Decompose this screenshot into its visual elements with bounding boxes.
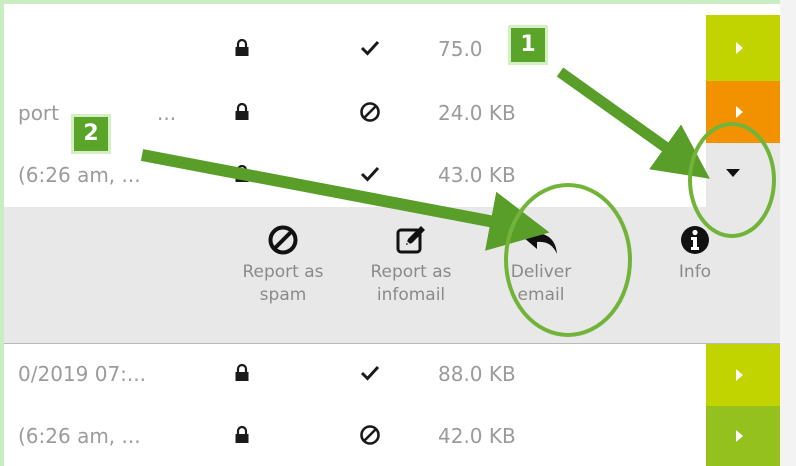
highlight-circle-dropdown: [688, 122, 776, 238]
callout-badge-2: 2: [71, 114, 111, 154]
annotation-arrow-1: [556, 67, 710, 179]
highlight-circle-deliver: [504, 183, 632, 337]
annotation-arrow-2: [140, 149, 550, 251]
callout-badge-1: 1: [508, 25, 548, 65]
annotation-overlay: [140, 67, 776, 337]
